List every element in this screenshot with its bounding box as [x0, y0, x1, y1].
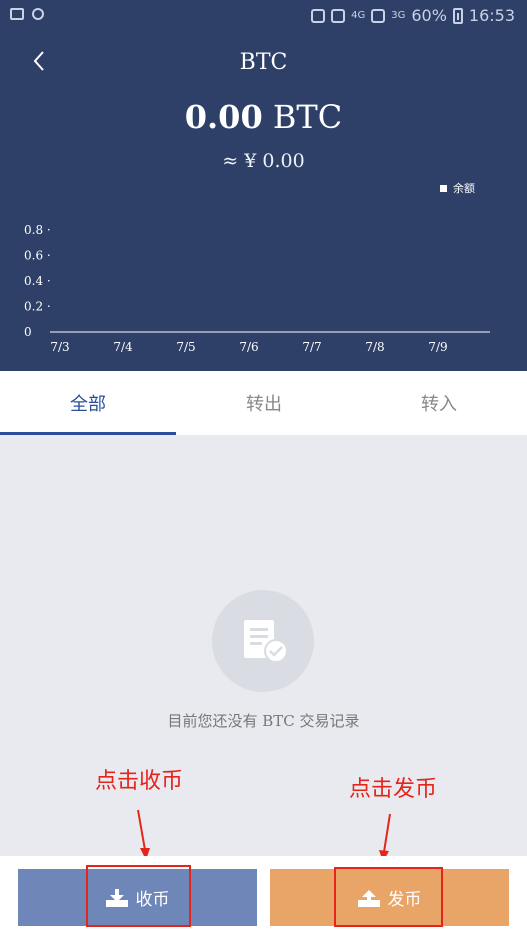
tab-out[interactable]: 转出	[176, 371, 352, 435]
y-tick-label: 0.8 ·	[24, 223, 51, 237]
chart-legend: 余额	[440, 180, 475, 196]
y-tick-label: 0.4 ·	[24, 274, 51, 288]
status-time: 16:53	[468, 6, 515, 25]
receive-annotation: 点击收币	[95, 769, 184, 794]
tab-bar: 全部 转出 转入	[0, 371, 527, 435]
nav-bar: BTC	[0, 44, 527, 84]
empty-message: 目前您还没有 BTC 交易记录	[167, 712, 360, 730]
x-tick-label: 7/6	[239, 340, 258, 354]
balance-value: 0.00	[184, 98, 263, 136]
tab-all-label: 全部	[70, 394, 106, 415]
tab-out-label: 转出	[246, 394, 282, 415]
x-tick-label: 7/9	[428, 340, 447, 354]
tab-in[interactable]: 转入	[351, 371, 527, 435]
balance-unit: BTC	[272, 98, 343, 136]
send-annotation: 点击发币	[349, 777, 438, 802]
battery-icon	[452, 7, 463, 24]
fiat-value: ≈ ¥ 0.00	[222, 150, 305, 172]
x-tick-label: 7/7	[302, 340, 321, 354]
balance-amount: 0.00 BTC	[0, 98, 527, 136]
send-highlight-box	[334, 867, 443, 927]
battery-percent: 60%	[411, 6, 447, 25]
legend-label: 余额	[453, 182, 475, 195]
page-title: BTC	[239, 50, 288, 75]
wallet-detail-screen: 4G 3G 60% 16:53 BTC 0.00 BTC ≈ ¥ 0.00 余额…	[0, 0, 527, 938]
balance-chart: 0 0.2 · 0.4 · 0.6 · 0.8 · 7/3 7/4 7/5 7/6 7/7 7/8 7…	[24, 223, 490, 354]
transaction-list: 目前您还没有 BTC 交易记录	[0, 435, 527, 856]
wifi-icon	[331, 8, 346, 23]
y-tick-label: 0	[24, 325, 32, 339]
status-bar: 4G 3G 60% 16:53	[0, 0, 527, 36]
legend-swatch	[440, 184, 447, 192]
tab-in-label: 转入	[421, 394, 457, 415]
x-tick-label: 7/5	[176, 340, 195, 354]
signal-icon	[371, 8, 386, 23]
x-tick-label: 7/4	[113, 340, 133, 354]
network-label: 4G	[351, 10, 366, 21]
receive-highlight-box	[86, 865, 191, 927]
network-label-2: 3G	[391, 10, 406, 21]
action-bar: 收币 发币	[0, 856, 527, 938]
y-tick-label: 0.6 ·	[24, 249, 51, 263]
header-panel: 4G 3G 60% 16:53 BTC 0.00 BTC ≈ ¥ 0.00 余额…	[0, 0, 527, 371]
image-notification-icon	[10, 8, 24, 20]
x-tick-label: 7/8	[365, 340, 384, 354]
y-tick-label: 0.2 ·	[24, 300, 51, 314]
notification-icon	[32, 8, 44, 20]
x-tick-label: 7/3	[50, 340, 69, 354]
vibrate-icon	[311, 8, 326, 23]
document-check-icon	[212, 590, 314, 692]
tab-all[interactable]: 全部	[0, 371, 176, 435]
